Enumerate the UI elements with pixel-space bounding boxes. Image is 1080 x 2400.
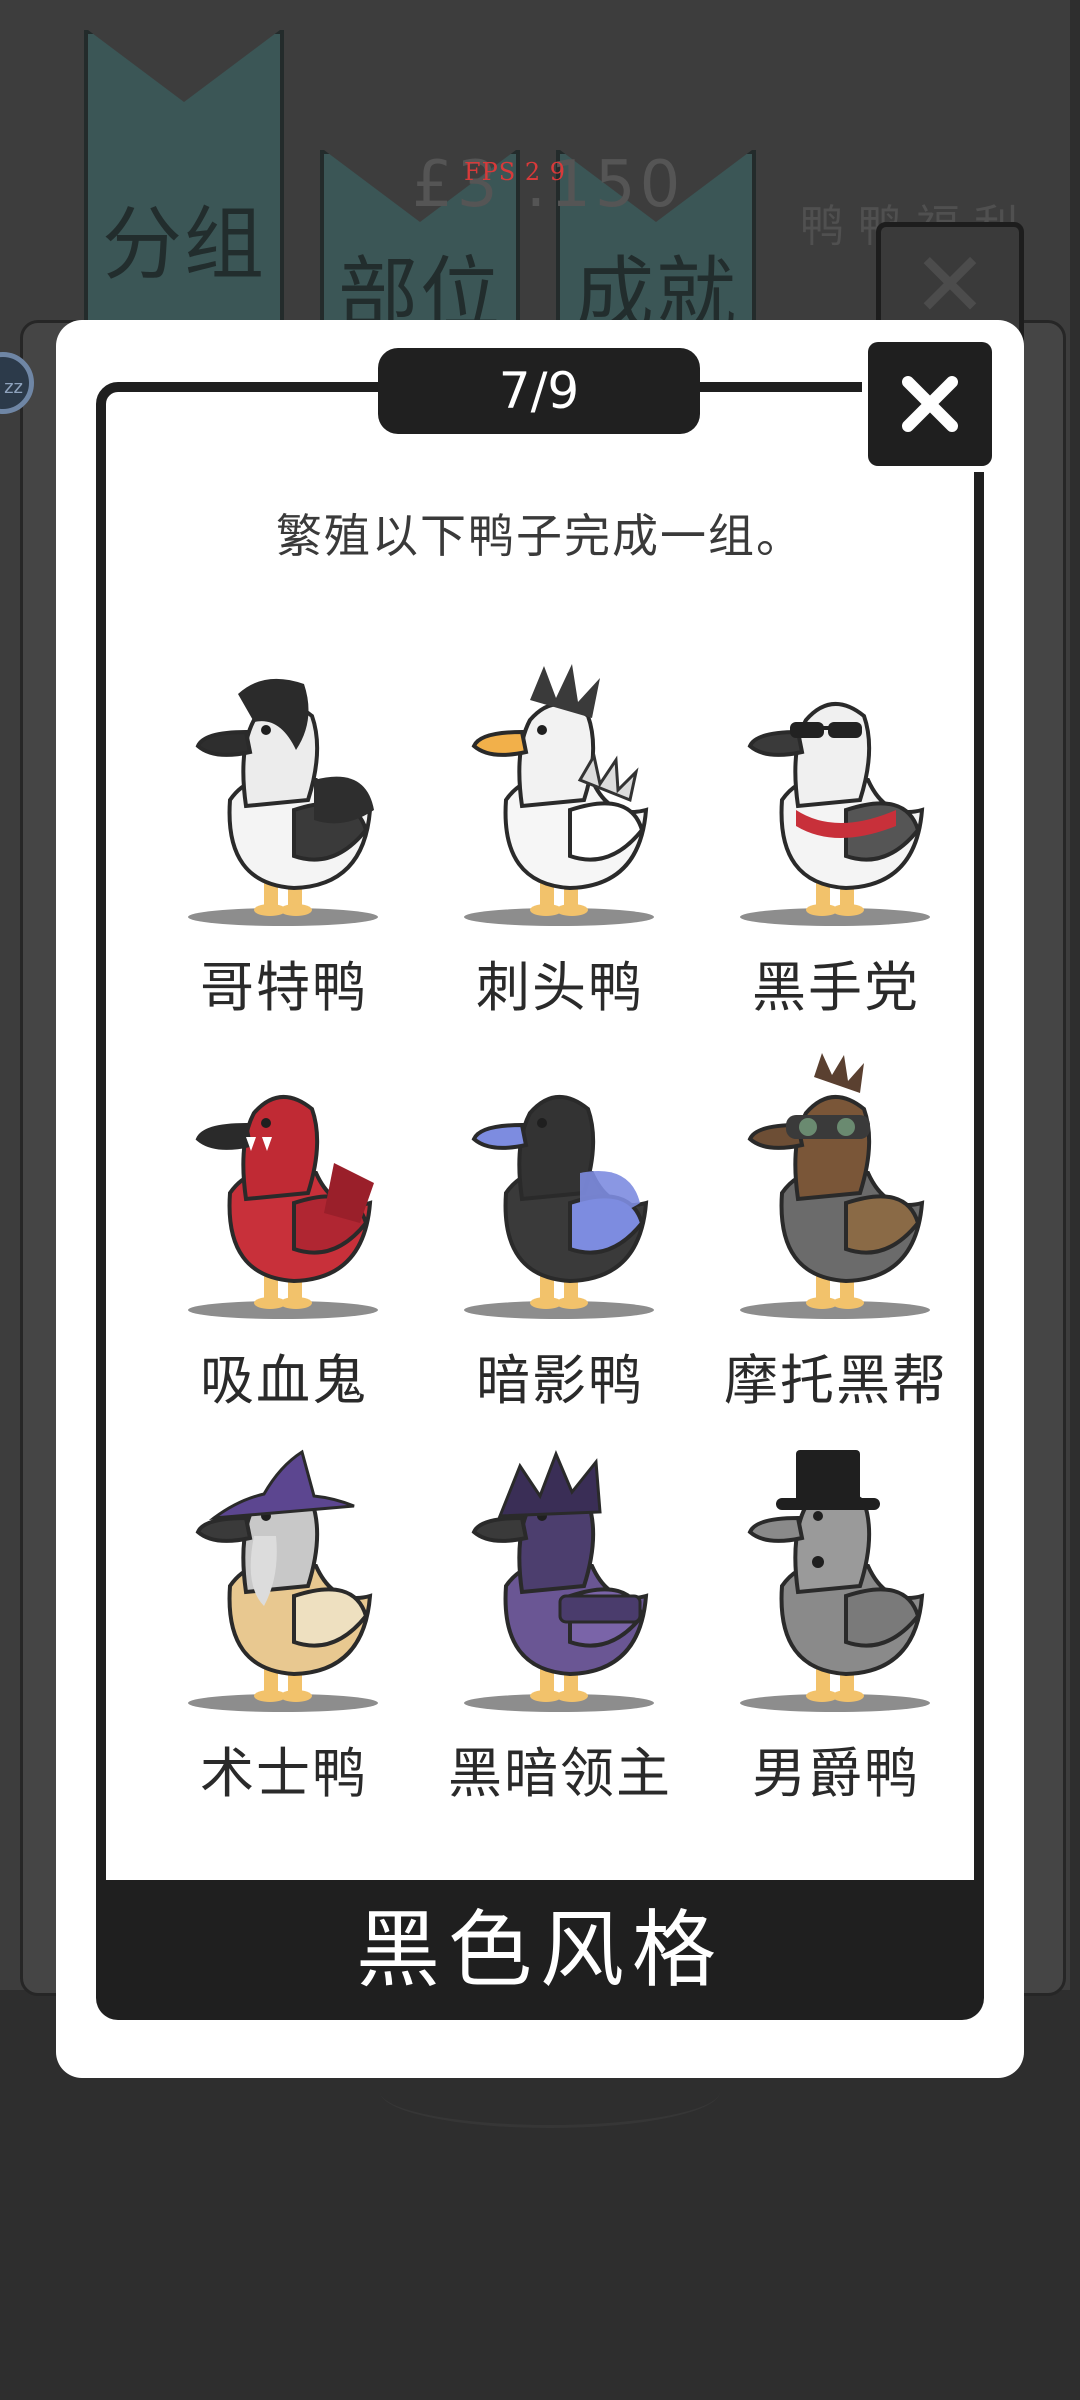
tab-notch bbox=[88, 30, 280, 102]
baron-duck-icon bbox=[747, 1450, 925, 1702]
game-screen: 分组 部位 成就 £3 .150 鸭鸭福利 ✕ zz FPS 2 9 7/9 bbox=[0, 0, 1080, 2400]
fps-counter: FPS 2 9 bbox=[464, 158, 567, 186]
duck-name: 暗影鸭 bbox=[476, 1349, 644, 1412]
duck-card: 刺头鸭 bbox=[422, 660, 698, 1052]
duck-name: 刺头鸭 bbox=[476, 956, 644, 1019]
tab-group: 分组 bbox=[84, 30, 284, 330]
duck-card: 黑手党 bbox=[698, 660, 974, 1052]
duck-card: 男爵鸭 bbox=[698, 1446, 974, 1838]
mafia-duck-icon bbox=[747, 701, 925, 916]
duck-name: 摩托黑帮 bbox=[724, 1349, 948, 1412]
duck-card: 暗影鸭 bbox=[422, 1053, 698, 1445]
close-button-box bbox=[868, 342, 992, 466]
shadow-duck-icon bbox=[471, 1094, 649, 1309]
page-indicator: 7/9 bbox=[378, 348, 700, 434]
vampire-duck-icon bbox=[195, 1094, 374, 1309]
dark-lord-duck-icon bbox=[471, 1449, 649, 1702]
biker-duck-icon bbox=[747, 1053, 925, 1309]
punk-duck-icon bbox=[471, 664, 649, 916]
duck-card: 黑暗领主 bbox=[422, 1446, 698, 1838]
warlock-duck-icon bbox=[195, 1449, 373, 1702]
duck-card: 摩托黑帮 bbox=[698, 1053, 974, 1445]
duck-card: 吸血鬼 bbox=[146, 1053, 422, 1445]
duck-name: 吸血鬼 bbox=[200, 1349, 368, 1412]
duck-grid: 哥特鸭 刺头鸭 黑手党吸血鬼 暗影鸭 摩托黑帮术士鸭 黑暗领主 男爵鸭 bbox=[146, 660, 974, 1805]
duck-card: 术士鸭 bbox=[146, 1446, 422, 1838]
duck-name: 黑暗领主 bbox=[448, 1742, 672, 1805]
duck-collection-modal: 7/9 繁殖以下鸭子完成一组。 哥特鸭 刺头鸭 黑手党吸血鬼 暗影鸭 摩托黑帮术士鸭 黑暗… bbox=[56, 320, 1024, 2078]
duck-name: 术士鸭 bbox=[200, 1742, 368, 1805]
duck-name: 黑手党 bbox=[752, 956, 920, 1019]
group-title: 黑色风格 bbox=[96, 1880, 984, 2020]
duck-name: 男爵鸭 bbox=[752, 1742, 920, 1805]
duck-card: 哥特鸭 bbox=[146, 660, 422, 1052]
close-icon bbox=[902, 376, 958, 432]
close-button[interactable] bbox=[862, 336, 998, 472]
instruction-text: 繁殖以下鸭子完成一组。 bbox=[276, 509, 804, 563]
goth-duck-icon bbox=[195, 678, 374, 916]
tab-group-label: 分组 bbox=[102, 198, 266, 291]
duck-name: 哥特鸭 bbox=[200, 956, 368, 1019]
